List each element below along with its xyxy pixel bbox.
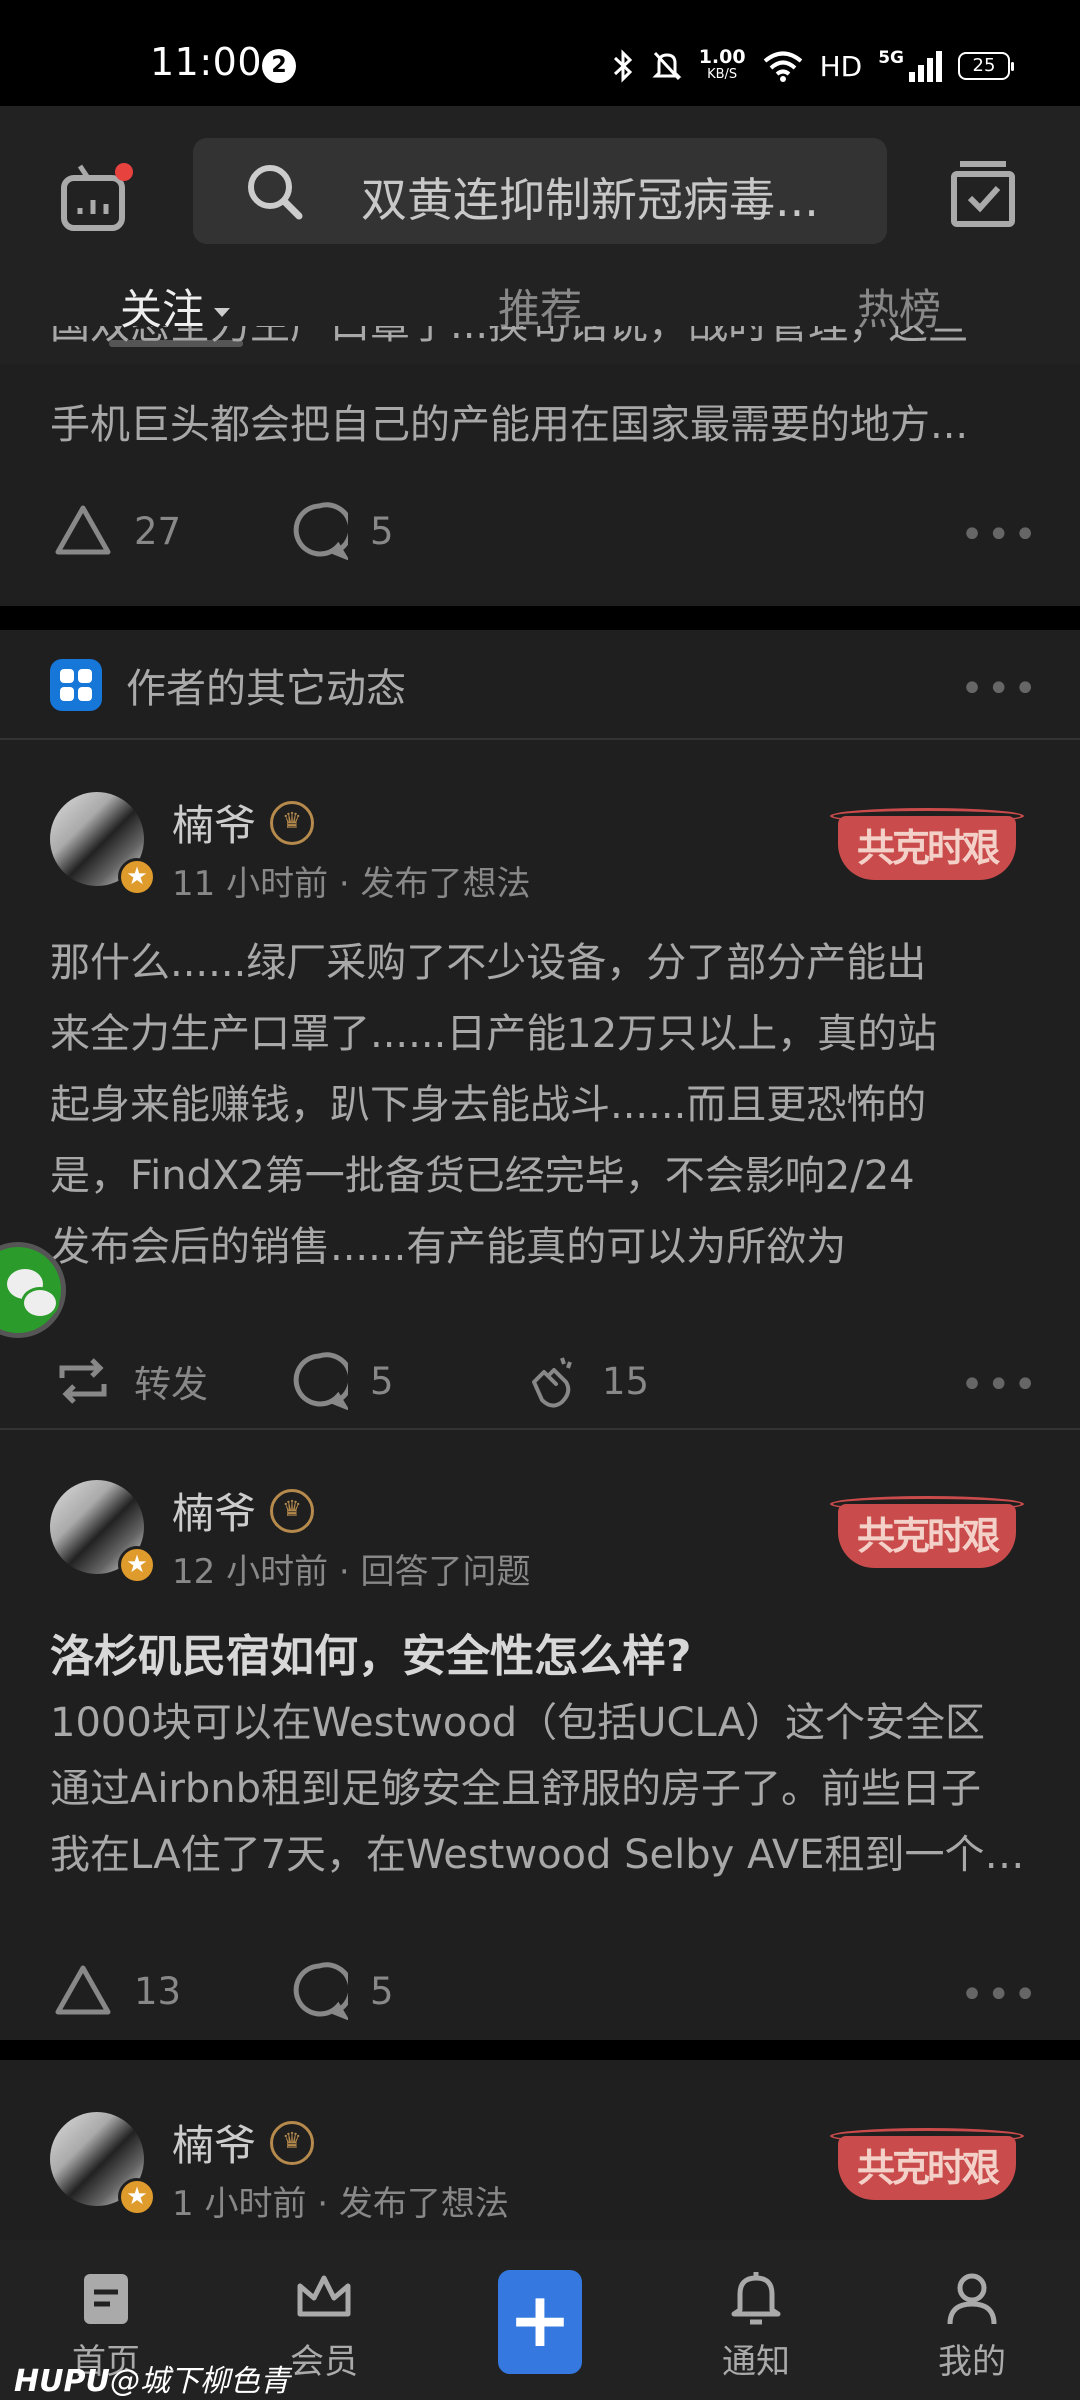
author-name: 楠爷 <box>172 1489 257 1538</box>
post-card[interactable]: ★ 楠爷 ♛ 1 小时前 · 发布了想法 共克时艰 <box>0 2060 1080 2240</box>
bluetooth-icon <box>613 49 632 83</box>
answer-text-line: 通过Airbnb租到足够安全且舒服的房子了。前些日子 <box>50 1766 982 1812</box>
watermark: HUPU@城下柳色青 <box>14 2364 290 2399</box>
star-badge-icon: ★ <box>118 858 156 896</box>
post-text-line: 发布会后的销售......有产能真的可以为所欲为 <box>50 1224 847 1270</box>
answer-text-line: 我在LA住了7天，在Westwood Selby AVE租到一个2... <box>50 1832 1040 1878</box>
like-triangle-icon <box>55 1965 111 2015</box>
bell-icon <box>731 2272 781 2325</box>
home-doc-icon <box>84 2274 128 2324</box>
stamp-badge: 共克时艰 <box>830 1490 1024 1568</box>
author-row[interactable]: 楠爷 ♛ <box>172 2112 315 2173</box>
section-title-row: 作者的其它动态 <box>50 656 406 714</box>
profile-icon <box>947 2273 997 2325</box>
post-text-line: 那什么......绿厂采购了不少设备，分了部分产能出 <box>50 940 927 986</box>
crown-badge-icon: ♛ <box>270 1488 315 1533</box>
crown-badge-icon: ♛ <box>270 2120 315 2165</box>
section-header: 作者的其它动态 ••• <box>0 630 1080 738</box>
mute-bell-icon <box>652 51 682 81</box>
create-post-button[interactable]: + <box>498 2270 582 2374</box>
post-card[interactable]: ★ 楠爷 ♛ 12 小时前 · 回答了问题 共克时艰 洛杉矶民宿如何，安全性怎么样… <box>0 1430 1080 2040</box>
answer-text-line: 1000块可以在Westwood（包括UCLA）这个安全区 <box>50 1700 985 1746</box>
wifi-icon <box>763 51 802 82</box>
clap-button[interactable]: 15 <box>522 1352 649 1410</box>
crown-icon <box>297 2275 351 2317</box>
avatar[interactable]: ★ <box>50 2112 156 2216</box>
nav-notify-label: 通知 <box>722 2342 790 2382</box>
comment-button[interactable]: 5 <box>290 1962 394 2020</box>
post-text-line: 是，FindX2第一批备货已经完毕，不会影响2/24 <box>50 1153 915 1199</box>
hd-indicator: HD <box>819 49 863 83</box>
notification-count-badge: 2 <box>262 49 296 83</box>
more-options-icon[interactable]: ••• <box>960 1362 1040 1408</box>
comment-count: 5 <box>370 1969 394 2013</box>
question-title[interactable]: 洛杉矶民宿如何，安全性怎么样? <box>50 1620 692 1684</box>
apps-icon <box>50 659 102 711</box>
comment-button[interactable]: 5 <box>290 1352 394 1410</box>
comment-count: 5 <box>370 1359 394 1403</box>
stamp-badge: 共克时艰 <box>830 2122 1024 2200</box>
search-icon <box>248 165 303 220</box>
post-meta: 1 小时前 · 发布了想法 <box>172 2184 509 2224</box>
star-badge-icon: ★ <box>118 1546 156 1584</box>
comment-count: 5 <box>370 509 394 553</box>
search-placeholder: 双黄连抑制新冠病毒... <box>361 173 819 227</box>
star-badge-icon: ★ <box>118 2178 156 2216</box>
author-row[interactable]: 楠爷 ♛ <box>172 792 315 853</box>
more-options-icon[interactable]: ••• <box>960 512 1040 558</box>
battery-indicator: 25 <box>958 52 1014 80</box>
post-meta: 12 小时前 · 回答了问题 <box>172 1552 531 1592</box>
net-speed: 1.00 KB/S <box>698 46 746 83</box>
stamp-badge: 共克时艰 <box>830 802 1024 880</box>
card-gap <box>0 2040 1080 2060</box>
post-text-line: 起身来能赚钱，趴下身去能战斗......而且更恐怖的 <box>50 1082 927 1128</box>
search-bar[interactable]: 双黄连抑制新冠病毒... <box>193 138 887 244</box>
like-button[interactable]: 13 <box>54 1962 181 2020</box>
clap-icon <box>532 1357 572 1408</box>
network-type: 5G <box>878 48 904 68</box>
post-card[interactable]: ★ 楠爷 ♛ 11 小时前 · 发布了想法 共克时艰 那什么......绿厂采购了… <box>0 740 1080 1428</box>
nav-vip-label: 会员 <box>290 2342 358 2382</box>
like-count: 13 <box>134 1969 182 2013</box>
caret-down-icon <box>214 308 231 317</box>
status-time: 11:00 <box>150 40 263 84</box>
repost-label: 转发 <box>134 1363 208 1406</box>
comment-icon <box>293 1962 348 2020</box>
avatar[interactable]: ★ <box>50 792 156 896</box>
like-button[interactable]: 27 <box>54 502 181 560</box>
repost-button[interactable]: 转发 <box>54 1352 208 1410</box>
status-icons: 1.00 KB/S HD 5G 25 <box>611 44 1014 88</box>
nav-mine-label: 我的 <box>938 2342 1006 2382</box>
author-name: 楠爷 <box>172 801 257 850</box>
section-title: 作者的其它动态 <box>126 666 406 712</box>
post-text-line: 来全力生产口罩了......日产能12万只以上，真的站 <box>50 1011 938 1057</box>
more-options-icon[interactable]: ••• <box>960 666 1040 712</box>
signal-icon <box>909 51 942 82</box>
more-options-icon[interactable]: ••• <box>960 1972 1040 2018</box>
comment-icon <box>293 502 348 560</box>
post-text: 手机巨头都会把自己的产能用在国家最需要的地方... <box>50 402 969 448</box>
comment-button[interactable]: 5 <box>290 502 394 560</box>
status-bar: 11:00 2 1.00 KB/S HD 5G 25 <box>0 0 1080 106</box>
author-name: 楠爷 <box>172 2121 257 2170</box>
clap-count: 15 <box>602 1359 650 1403</box>
checkin-icon[interactable] <box>950 158 1016 228</box>
card-gap <box>0 606 1080 630</box>
post-meta: 11 小时前 · 发布了想法 <box>172 864 531 904</box>
nav-notify[interactable]: 通知 <box>676 2268 836 2383</box>
crown-badge-icon: ♛ <box>270 800 315 845</box>
comment-icon <box>293 1352 348 1410</box>
avatar[interactable]: ★ <box>50 1480 156 1584</box>
post-text-cut: 国双态全力生产口罩了...换句话说，战时管理，这些 <box>50 326 1040 366</box>
author-row[interactable]: 楠爷 ♛ <box>172 1480 315 1541</box>
tv-icon[interactable] <box>58 158 138 238</box>
like-triangle-icon <box>55 505 111 555</box>
post-card[interactable]: 国双态全力生产口罩了...换句话说，战时管理，这些 手机巨头都会把自己的产能用在… <box>0 326 1080 606</box>
like-count: 27 <box>134 509 182 553</box>
nav-mine[interactable]: 我的 <box>892 2268 1052 2383</box>
repost-icon <box>59 1358 107 1404</box>
